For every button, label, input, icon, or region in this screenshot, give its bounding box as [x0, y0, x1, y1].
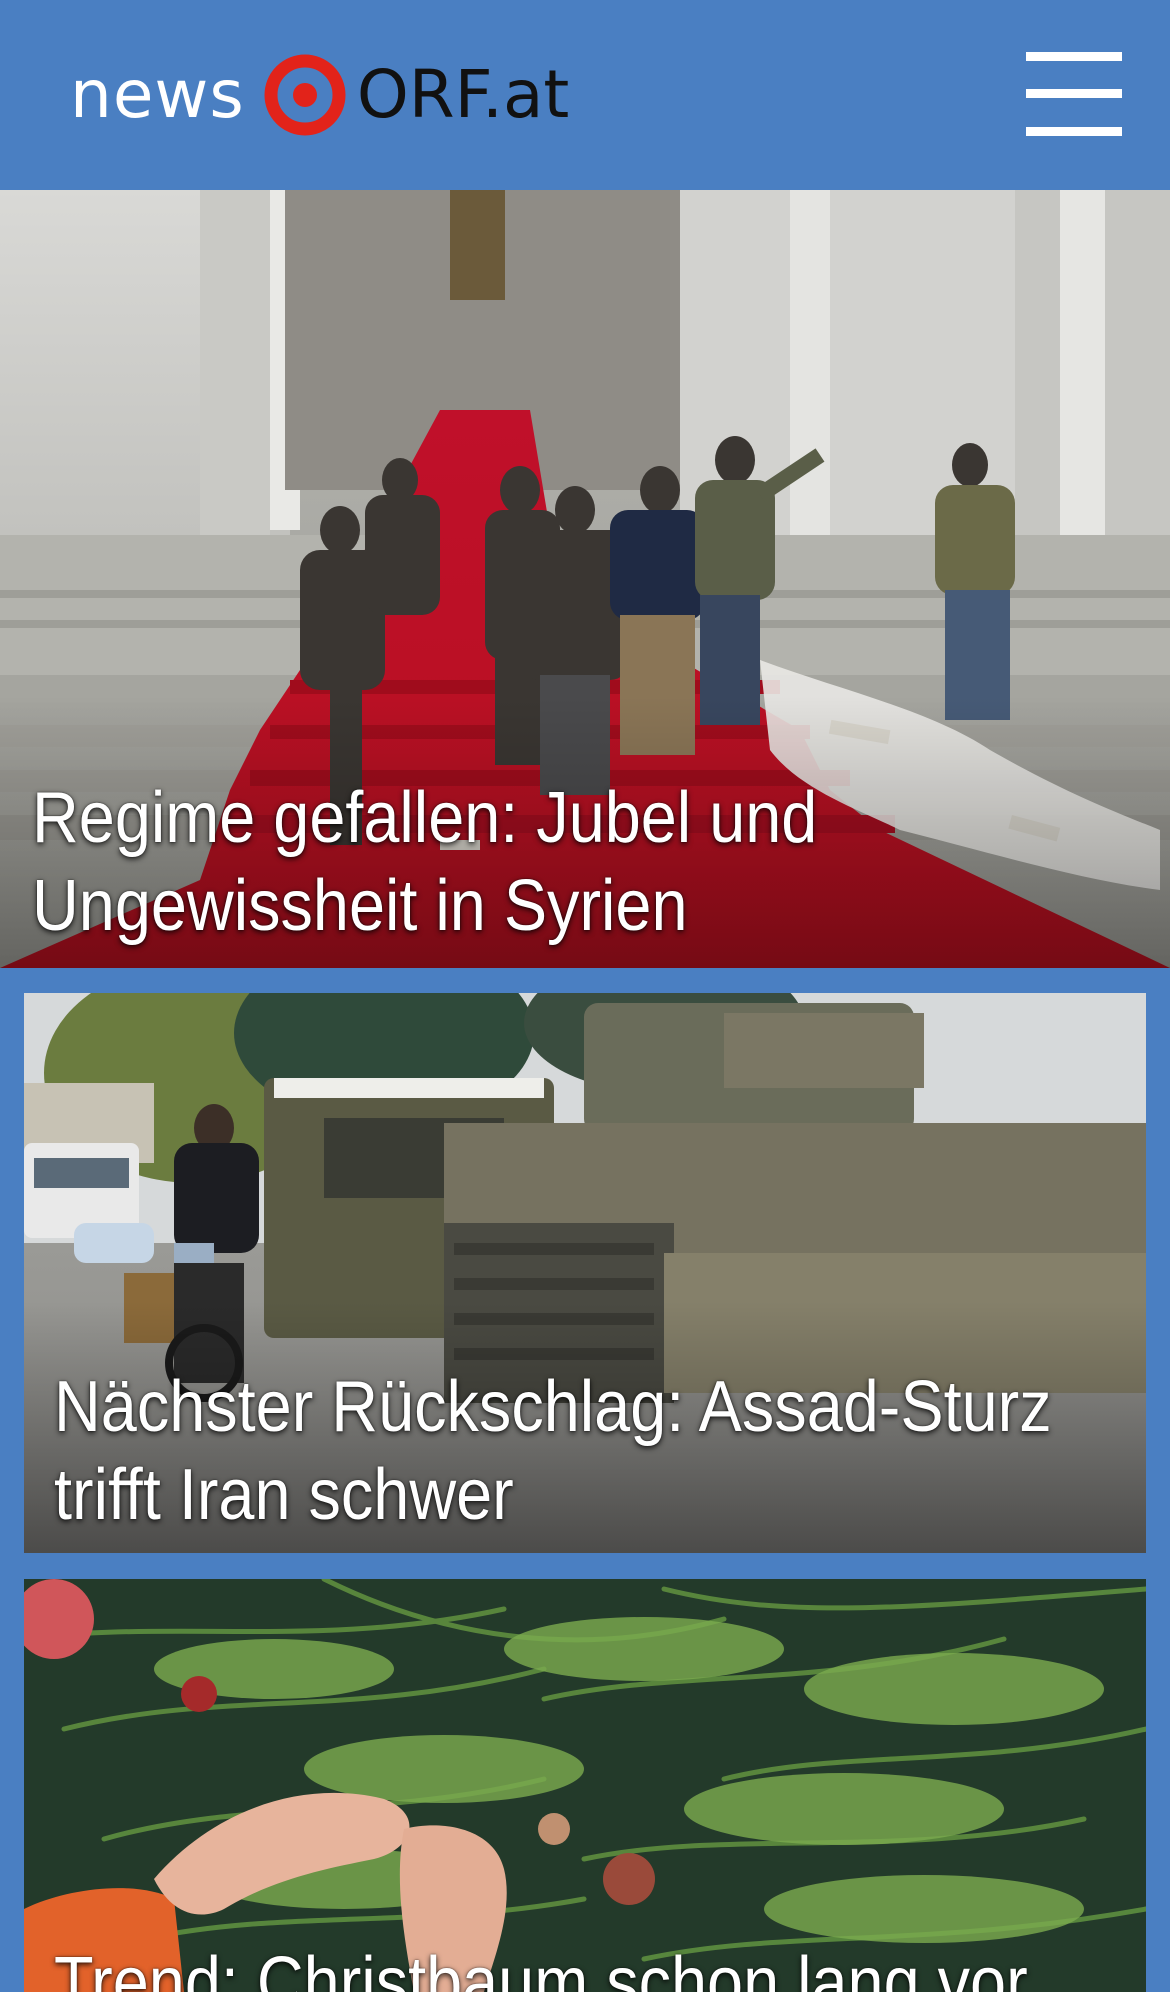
story-image-christmas-tree	[24, 1579, 1146, 1992]
story-headline-line: Regime gefallen: Jubel und	[32, 778, 818, 858]
logo-brand-text: ORF.at	[356, 56, 570, 133]
logo-news-text: news	[70, 56, 245, 133]
top-header: news ORF.at	[0, 0, 1170, 190]
story-headline: Nächster Rückschlag: Assad-Sturz trifft …	[54, 1363, 1052, 1539]
story-headline-line: Nächster Rückschlag: Assad-Sturz	[54, 1367, 1052, 1447]
hamburger-menu-icon[interactable]	[1026, 52, 1122, 136]
story-card-top[interactable]: Regime gefallen: Jubel und Ungewissheit …	[0, 190, 1170, 968]
orf-target-icon	[264, 54, 346, 136]
news-orf-logo[interactable]: news ORF.at	[70, 50, 569, 140]
story-card[interactable]: Trend: Christbaum schon lang vor	[24, 1579, 1146, 1992]
story-headline-line: Trend: Christbaum schon lang vor	[54, 1943, 1028, 1992]
story-headline: Trend: Christbaum schon lang vor	[54, 1939, 1028, 1992]
story-headline: Regime gefallen: Jubel und Ungewissheit …	[32, 774, 817, 950]
story-headline-line: Ungewissheit in Syrien	[32, 866, 688, 946]
story-headline-line: trifft Iran schwer	[54, 1455, 514, 1535]
story-card[interactable]: Nächster Rückschlag: Assad-Sturz trifft …	[24, 993, 1146, 1553]
